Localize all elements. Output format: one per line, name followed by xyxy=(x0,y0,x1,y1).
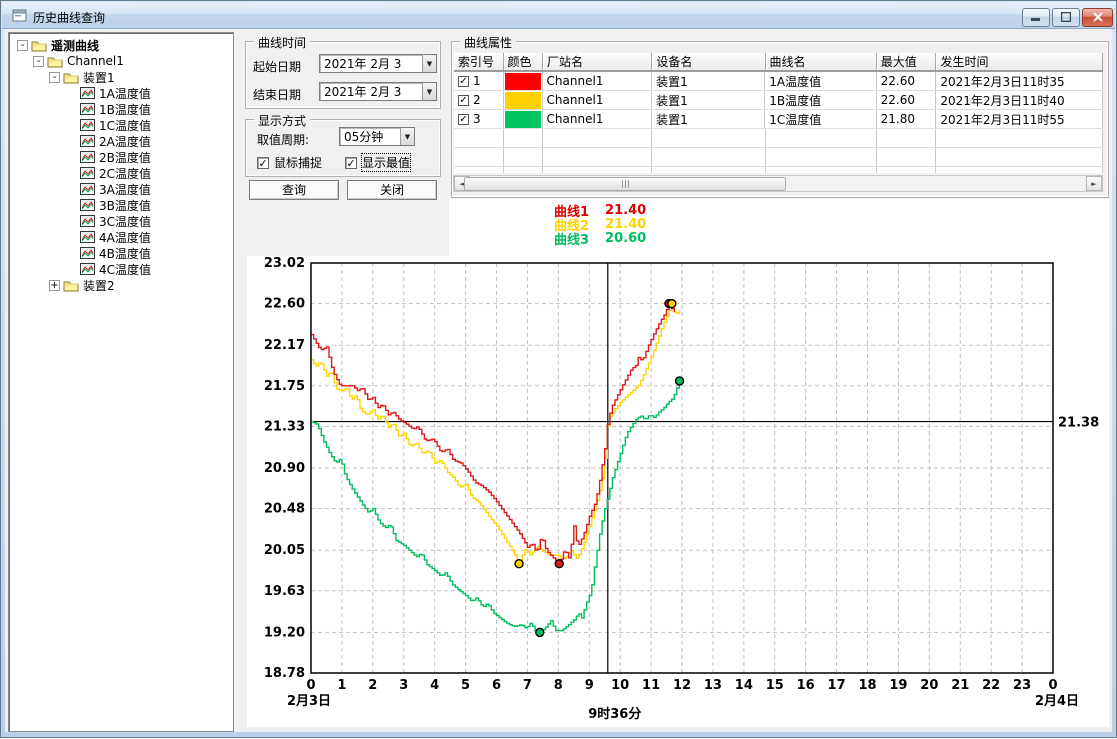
extreme-marker-曲线3 xyxy=(676,377,684,385)
x-axis-tick-label: 19 xyxy=(889,678,907,693)
x-axis-tick-label: 0 xyxy=(1048,678,1057,693)
x-axis-tick-label: 5 xyxy=(461,678,470,693)
y-axis-tick-label: 19.20 xyxy=(264,625,305,640)
extreme-marker-曲线1 xyxy=(555,560,563,568)
x-axis-tick-label: 12 xyxy=(673,678,691,693)
y-axis-tick-label: 20.48 xyxy=(264,502,305,517)
x-axis-tick-label: 21 xyxy=(951,678,969,693)
x-axis-tick-label: 11 xyxy=(642,678,660,693)
y-axis-tick-label: 20.05 xyxy=(264,543,305,558)
x-axis-tick-label: 16 xyxy=(797,678,815,693)
x-axis-tick-label: 0 xyxy=(306,678,315,693)
x-axis-tick-label: 14 xyxy=(735,678,753,693)
y-axis-tick-label: 23.02 xyxy=(264,256,305,271)
x-axis-tick-label: 1 xyxy=(337,678,346,693)
y-axis-tick-label: 21.33 xyxy=(264,419,305,434)
x-axis-tick-label: 18 xyxy=(858,678,876,693)
x-axis-tick-label: 22 xyxy=(982,678,1000,693)
x-axis-tick-label: 9 xyxy=(585,678,594,693)
x-axis-tick-label: 15 xyxy=(766,678,784,693)
extreme-marker-曲线3 xyxy=(536,628,544,636)
x-axis-tick-label: 6 xyxy=(492,678,501,693)
crosshair-value-label: 21.38 xyxy=(1058,416,1099,431)
x-axis-end-date-label: 2月4日 xyxy=(1035,694,1079,709)
crosshair-time-label: 9时36分 xyxy=(588,706,641,722)
y-axis-tick-label: 22.60 xyxy=(264,297,305,312)
x-axis-tick-label: 17 xyxy=(828,678,846,693)
x-axis-tick-label: 23 xyxy=(1013,678,1031,693)
y-axis-tick-label: 20.90 xyxy=(264,461,305,476)
y-axis-tick-label: 19.63 xyxy=(264,584,305,599)
history-curve-chart[interactable]: 23.02 22.60 22.17 21.75 21.33 20.90 20.48 20.05… xyxy=(1,1,1117,739)
y-axis-tick-label: 21.75 xyxy=(264,379,305,394)
x-axis-tick-label: 20 xyxy=(920,678,938,693)
x-axis-tick-label: 10 xyxy=(611,678,629,693)
x-axis-tick-label: 4 xyxy=(430,678,439,693)
x-axis-tick-label: 13 xyxy=(704,678,722,693)
y-axis-tick-label: 22.17 xyxy=(264,338,305,353)
x-axis-tick-label: 7 xyxy=(523,678,532,693)
x-axis-tick-label: 2 xyxy=(368,678,377,693)
extreme-marker-曲线2 xyxy=(515,560,523,568)
extreme-marker-曲线2 xyxy=(668,300,676,308)
y-axis-tick-label: 18.78 xyxy=(264,666,305,681)
x-axis-start-date-label: 2月3日 xyxy=(287,694,331,709)
x-axis-tick-label: 8 xyxy=(554,678,563,693)
x-axis-tick-label: 3 xyxy=(399,678,408,693)
app-window: 历史曲线查询 -遥测曲线-Channel1-装置11A温度值1B温度值1C温度值… xyxy=(0,0,1117,738)
